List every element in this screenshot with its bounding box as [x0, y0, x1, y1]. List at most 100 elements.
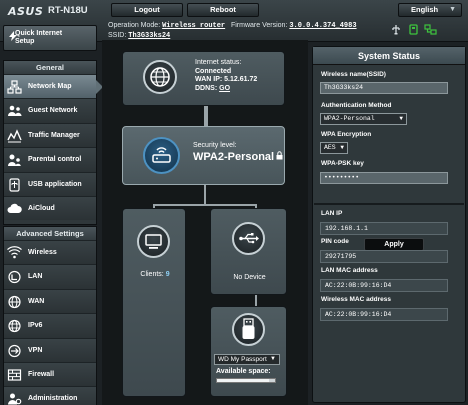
sidebar-item-label: Firewall [28, 370, 55, 378]
storage-device-select[interactable]: WD My Passport ▼ [214, 354, 280, 365]
internet-status-text: Internet status: Connected WAN IP: 5.12.… [195, 59, 257, 93]
sidebar-item-label: WAN [28, 297, 45, 305]
wpa-psk-label: WPA-PSK key [321, 160, 364, 167]
sidebar-item-aicloud[interactable]: AiCloud [4, 195, 96, 221]
sidebar-item-guest-network[interactable]: Guest Network [4, 98, 96, 123]
ddns-go-link[interactable]: GO [219, 85, 230, 92]
network-status-icon[interactable] [424, 24, 437, 35]
sidebar-item-label: Wireless [28, 249, 57, 256]
connector-internet-router [204, 106, 208, 128]
sidebar-item-parental-control[interactable]: Parental control [4, 147, 96, 172]
sidebar-item-lan[interactable]: LAN [4, 264, 96, 289]
usb-status-icon[interactable] [390, 24, 403, 35]
sidebar-item-label: Guest Network [28, 107, 78, 115]
clients-text: Clients: 9 [127, 271, 183, 280]
usb-icon [232, 222, 265, 255]
lan-mac-value: AC:22:0B:99:16:D4 [320, 279, 448, 292]
monitor-icon [137, 225, 170, 258]
pin-code-value: 29271795 [320, 250, 448, 263]
guest-network-icon [8, 106, 22, 117]
printer-status-icon[interactable] [407, 24, 420, 35]
sidebar-item-label: Traffic Manager [28, 131, 80, 139]
model-name: RT-N18U [48, 5, 88, 16]
wireless-icon [7, 246, 22, 259]
quick-internet-setup-button[interactable]: Quick Internet Setup [3, 25, 97, 51]
security-level-label: Security level: [193, 142, 237, 149]
storage-box[interactable]: WD My Passport ▼ Available space: [210, 306, 287, 397]
ssid-label: SSID: [108, 32, 127, 39]
internet-status-box[interactable]: Internet status: Connected WAN IP: 5.12.… [122, 51, 285, 106]
sidebar-item-wan[interactable]: WAN [4, 288, 96, 314]
sidebar-item-wireless[interactable]: Wireless [4, 240, 96, 265]
administration-icon [8, 393, 22, 405]
internet-status-value: Connected [195, 67, 232, 75]
clients-count-link[interactable]: 9 [166, 271, 170, 278]
flash-drive-icon [232, 313, 265, 346]
sidebar-item-network-map[interactable]: Network Map [4, 74, 103, 99]
firewall-icon [7, 369, 22, 381]
status-icons [390, 24, 437, 35]
sidebar-item-label: USB application [28, 180, 82, 188]
quick-setup-line2: Setup [15, 38, 35, 45]
network-map: Internet status: Connected WAN IP: 5.12.… [102, 40, 308, 405]
auth-method-select[interactable]: WPA2-Personal ▼ [320, 113, 407, 125]
auth-method-value: WPA2-Personal [324, 115, 375, 122]
chevron-down-icon: ▼ [270, 356, 276, 362]
internet-status-label: Internet status: [195, 59, 242, 66]
network-map-icon [7, 80, 22, 94]
clients-box[interactable]: Clients: 9 [122, 208, 186, 397]
aicloud-icon [7, 203, 22, 213]
sidebar-item-vpn[interactable]: VPN [4, 337, 96, 362]
reboot-button[interactable]: Reboot [187, 3, 259, 17]
system-status-panel: System Status Wireless name(SSID) Th3G33… [312, 46, 466, 403]
operation-mode-label: Operation Mode: [108, 22, 161, 29]
available-space-fill [217, 379, 270, 382]
system-status-title: System Status [313, 47, 465, 65]
sidebar-item-firewall[interactable]: Firewall [4, 361, 96, 387]
language-value: English [411, 5, 439, 14]
sidebar-item-label: LAN [28, 273, 43, 281]
chevron-down-icon: ▼ [399, 115, 403, 122]
ssid-input[interactable]: Th3G33ks24 [320, 82, 448, 94]
connector-router-split [204, 185, 206, 205]
operation-mode-link[interactable]: Wireless router [162, 22, 225, 30]
parental-control-icon [8, 154, 21, 167]
usb-status-text: No Device [233, 274, 266, 281]
advanced-nav: Advanced Settings Wireless LAN WAN IPv6 VPN F… [3, 226, 97, 405]
sidebar-item-administration[interactable]: Administration [4, 386, 96, 405]
usb-device-box[interactable]: No Device [210, 208, 287, 295]
connector-horizontal [153, 204, 257, 206]
lock-icon [276, 150, 283, 159]
divider [314, 203, 464, 205]
general-nav: General Network Map Guest Network Traffic … [3, 60, 103, 225]
firmware-link[interactable]: 3.0.0.4.374_4983 [289, 22, 356, 30]
sidebar-item-label: Administration [28, 395, 78, 403]
wpa-encryption-label: WPA Encryption [321, 131, 372, 138]
sidebar-item-label: Network Map [28, 83, 72, 90]
usb-application-icon [9, 177, 20, 192]
logout-button[interactable]: Logout [111, 3, 183, 17]
quick-setup-label: Quick Internet Setup [15, 30, 62, 46]
security-text: Security level: WPA2-Personal [193, 142, 283, 163]
general-header: General [4, 61, 96, 74]
globe-icon [143, 60, 177, 94]
sidebar-item-ipv6[interactable]: IPv6 [4, 313, 96, 338]
auth-method-label: Authentication Method [321, 102, 392, 109]
language-select[interactable]: English ▼ [398, 3, 462, 17]
available-space-label: Available space: [216, 368, 271, 375]
ddns-label: DDNS: [195, 84, 218, 92]
wpa-encryption-select[interactable]: AES ▼ [320, 142, 348, 154]
brand-logo: ASUS [8, 5, 44, 18]
wpa-psk-input[interactable]: ••••••••• [320, 172, 448, 184]
sidebar-item-usb-application[interactable]: USB application [4, 171, 96, 196]
available-space-bar [216, 378, 276, 383]
system-info: Operation Mode: Wireless router Firmware… [108, 21, 357, 41]
firmware-label: Firmware Version: [230, 22, 288, 29]
router-box[interactable]: Security level: WPA2-Personal [122, 126, 285, 185]
sidebar-item-traffic-manager[interactable]: Traffic Manager [4, 122, 96, 148]
ssid-link[interactable]: Th3G33ks24 [128, 32, 170, 40]
wan-icon [8, 295, 21, 308]
wpa-encryption-value: AES [324, 144, 336, 151]
storage-device-value: WD My Passport [218, 356, 267, 363]
sidebar-item-label: IPv6 [28, 322, 43, 330]
